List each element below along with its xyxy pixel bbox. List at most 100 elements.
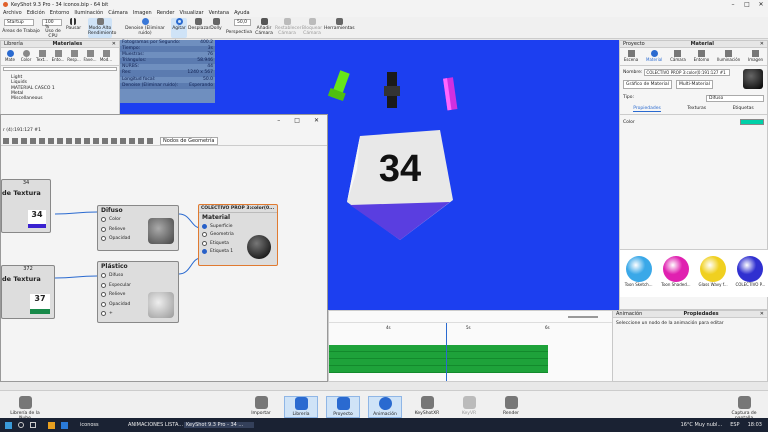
library-tab-colors[interactable]: Color — [19, 50, 33, 63]
library-tab-materials[interactable]: Mate — [3, 50, 17, 63]
taskbar-item[interactable]: iconoss — [80, 422, 128, 428]
close-icon[interactable]: ✕ — [754, 0, 768, 9]
minimize-icon[interactable]: – — [726, 0, 740, 9]
library-tab-textures[interactable]: Text... — [35, 50, 49, 63]
graph-tool-icon[interactable] — [3, 137, 9, 144]
project-close-icon[interactable]: ✕ — [760, 41, 764, 47]
project-tab-camera[interactable]: Cámara — [670, 50, 686, 65]
tools-button[interactable]: Herramientas — [324, 18, 355, 31]
library-tab-favorites[interactable]: Fave... — [83, 50, 97, 63]
graph-tool-icon[interactable] — [138, 137, 144, 144]
subtab-textures[interactable]: Texturas — [687, 106, 706, 112]
menu-camara[interactable]: Cámara — [108, 10, 128, 16]
plastic-node[interactable]: Plástico Difuso Especular Relieve Opacid… — [97, 261, 179, 323]
menu-ayuda[interactable]: Ayuda — [234, 10, 249, 16]
animation-close-icon[interactable]: ✕ — [760, 311, 764, 317]
animation-tracks[interactable] — [329, 345, 548, 373]
task-view-icon[interactable] — [30, 422, 36, 428]
material-graph-button[interactable]: Gráfico de Material — [623, 80, 672, 89]
taskbar-item[interactable]: ANIMACIONES LISTA... — [128, 422, 184, 428]
windows-start-icon[interactable] — [5, 421, 12, 429]
animation-dock-button[interactable]: Animación — [368, 396, 402, 418]
graph-tool-icon[interactable] — [30, 137, 36, 144]
project-tab-environment[interactable]: Entorno — [694, 50, 709, 65]
render-button[interactable]: Render — [494, 396, 528, 416]
graph-tool-icon[interactable] — [147, 137, 153, 144]
graph-tool-icon[interactable] — [111, 137, 117, 144]
cpu-select[interactable]: 100 % — [42, 19, 62, 30]
material-port-surface[interactable]: Superficie — [199, 222, 277, 231]
menu-iluminacion[interactable]: Iluminación — [74, 10, 103, 16]
color-swatch[interactable] — [740, 119, 764, 125]
multi-material-button[interactable]: Multi-Material — [675, 80, 713, 89]
material-type-select[interactable]: Difuso — [706, 95, 764, 102]
graph-close-icon[interactable]: ✕ — [314, 117, 319, 124]
library-tab-models[interactable]: Mod... — [99, 50, 113, 63]
project-tab-scene[interactable]: Escena — [624, 50, 638, 65]
geometry-nodes-button[interactable]: Nodos de Geometría — [160, 136, 218, 145]
material-output-node[interactable]: COLECTIVO PROP 3:color(0... Material Sup… — [198, 204, 278, 266]
graph-tool-icon[interactable] — [66, 137, 72, 144]
menu-visualizar[interactable]: Visualizar — [180, 10, 204, 16]
graph-tool-icon[interactable] — [21, 137, 27, 144]
menu-ventana[interactable]: Ventana — [209, 10, 230, 16]
lock-camera-button[interactable]: Bloquear Cámara — [301, 18, 323, 36]
reset-camera-button[interactable]: Restablecer Cámara — [275, 18, 302, 36]
graph-maximize-icon[interactable]: □ — [294, 117, 300, 124]
tree-item[interactable]: Miscellaneous — [11, 96, 119, 101]
material-thumb[interactable]: Glass Wavy f... — [696, 256, 730, 297]
d10-die-model[interactable]: 34 — [345, 130, 455, 242]
graph-tool-icon[interactable] — [120, 137, 126, 144]
subtab-properties[interactable]: Propiedades — [633, 106, 661, 112]
denoise-button[interactable]: Denoise (Eliminar ruido) — [118, 18, 172, 36]
project-tab-material[interactable]: Material — [646, 50, 662, 65]
plastic-port-specular[interactable]: Especular — [98, 281, 178, 291]
perspective-input[interactable]: 50,0 — [234, 19, 251, 26]
project-tab-image[interactable]: Imagen — [748, 50, 763, 65]
material-thumb[interactable]: COLECTIVO P... — [733, 256, 767, 297]
library-close-icon[interactable]: ✕ — [112, 41, 116, 47]
subtab-labels[interactable]: Etiquetas — [733, 106, 754, 112]
library-search-input[interactable] — [3, 67, 117, 71]
maximize-icon[interactable]: □ — [740, 0, 754, 9]
timeline-zoom-slider[interactable] — [568, 316, 598, 318]
library-dock-button[interactable]: Librería — [284, 396, 318, 418]
plastic-port-diffuse[interactable]: Difuso — [98, 271, 178, 281]
pause-button[interactable]: Pausar — [66, 18, 81, 31]
project-tab-lighting[interactable]: Iluminación — [717, 50, 740, 65]
taskbar-app-icon[interactable] — [61, 421, 68, 429]
import-button[interactable]: Importar — [244, 396, 278, 416]
menu-entorno[interactable]: Entorno — [50, 10, 70, 16]
menu-imagen[interactable]: Imagen — [133, 10, 152, 16]
graph-tool-icon[interactable] — [48, 137, 54, 144]
project-dock-button[interactable]: Proyecto — [326, 396, 360, 418]
graph-minimize-icon[interactable]: – — [277, 117, 280, 124]
library-tab-backplates[interactable]: Resp... — [67, 50, 81, 63]
timeline-playhead[interactable] — [446, 323, 447, 381]
material-thumb[interactable]: Toon Shaded... — [659, 256, 693, 297]
graph-tool-icon[interactable] — [39, 137, 45, 144]
graph-tool-icon[interactable] — [93, 137, 99, 144]
add-camera-button[interactable]: Añadir Cámara — [254, 18, 274, 36]
texture-node-34[interactable]: 34 de Textura 34 — [1, 179, 51, 233]
dolly-button[interactable]: Dolly — [209, 18, 223, 31]
menu-edicion[interactable]: Edición — [27, 10, 45, 16]
weather-widget[interactable]: 16°C Muy nubl... — [681, 422, 723, 428]
language-indicator[interactable]: ESP — [730, 422, 739, 428]
graph-tool-icon[interactable] — [57, 137, 63, 144]
material-name-input[interactable]: COLECTIVO PROP 3:color(0:191:127 #1 — [644, 69, 731, 76]
taskbar-item[interactable]: KeyShot 9.3 Pro - 34 ... — [184, 422, 254, 428]
reload-button[interactable]: Agitar — [171, 18, 187, 38]
menu-archivo[interactable]: Archivo — [3, 10, 22, 16]
clock[interactable]: 18:03 — [748, 422, 762, 428]
taskbar-search-icon[interactable] — [18, 422, 24, 428]
texture-node-372[interactable]: 372 de Textura 37 — [1, 265, 55, 319]
diffuse-node[interactable]: Difuso Color Relieve Opacidad — [97, 205, 179, 251]
graph-tool-icon[interactable] — [84, 137, 90, 144]
taskbar-app-icon[interactable] — [48, 421, 55, 429]
graph-tool-icon[interactable] — [129, 137, 135, 144]
performance-mode-button[interactable]: Modo Alto Rendimiento — [88, 18, 116, 38]
pan-button[interactable]: Desplazar — [188, 18, 210, 31]
menu-render[interactable]: Render — [157, 10, 175, 16]
graph-tool-icon[interactable] — [102, 137, 108, 144]
